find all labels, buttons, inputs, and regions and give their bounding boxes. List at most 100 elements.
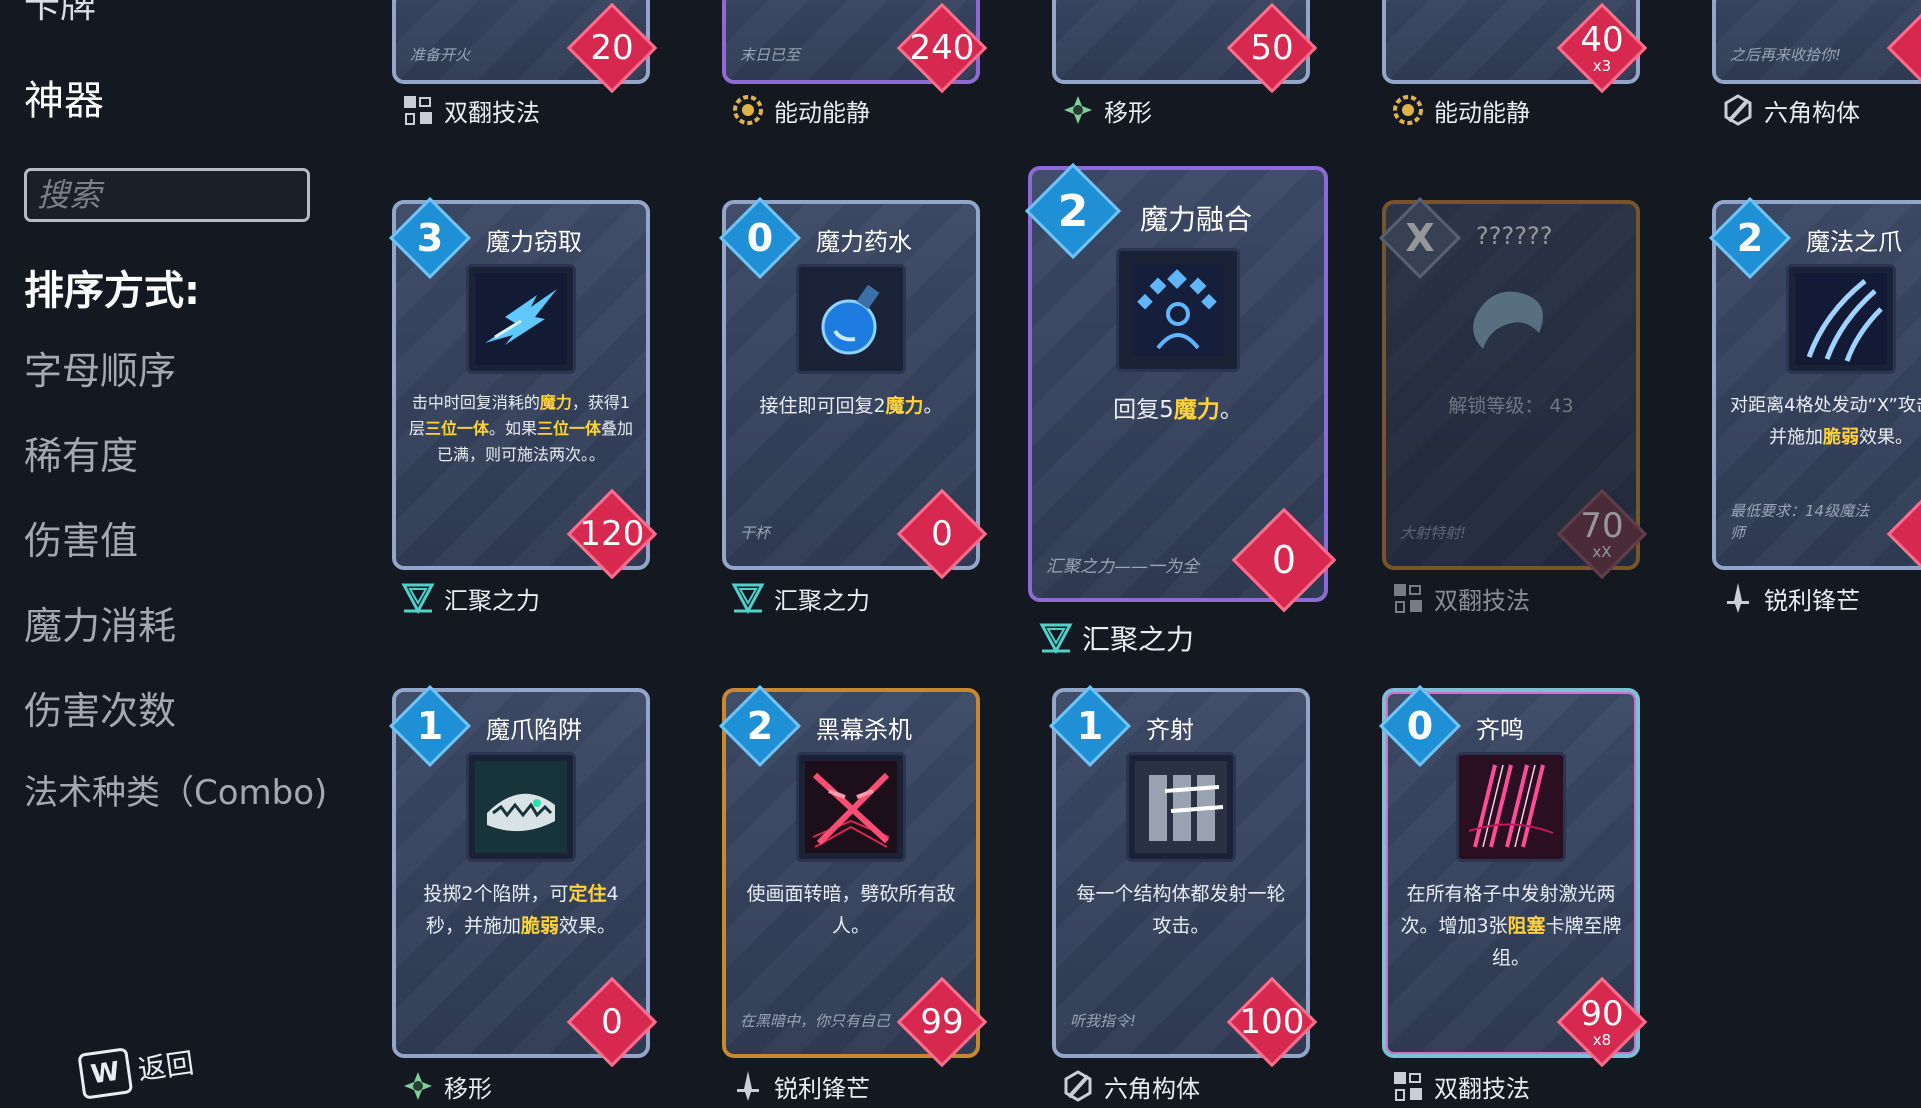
damage-multiplier: x8 — [1592, 1030, 1612, 1049]
card-flavor: 听我指令! — [1070, 1012, 1137, 1030]
combo-label: 汇聚之力 — [774, 586, 870, 615]
combo-label: 能动能静 — [1434, 98, 1530, 127]
card-description: 回复5魔力。 — [1044, 394, 1312, 426]
card-description: 对距离4格处发动“X”攻击，并施加脆弱效果。 — [1728, 390, 1921, 454]
desc-highlight: 魔力 — [539, 393, 572, 412]
card-description: 每一个结构体都发射一轮攻击。 — [1076, 883, 1286, 937]
card-name: 齐鸣 — [1476, 716, 1524, 744]
desc-text: 回复5 — [1113, 397, 1174, 423]
combo-label: 双翻技法 — [1434, 586, 1530, 615]
sort-rarity[interactable]: 稀有度 — [24, 425, 138, 480]
mana-cost-value: 2 — [1736, 216, 1764, 260]
damage-value: 50 — [1250, 28, 1294, 68]
damage-badge: 5 — [1888, 4, 1921, 92]
card-mana-fusion[interactable]: 2 魔力融合 回复5魔力。 汇聚之力——一为全 0 — [1028, 166, 1328, 602]
card-flavor: 大射特射! — [1400, 524, 1467, 542]
desc-text: 效果。 — [1859, 427, 1913, 448]
swirl-icon — [1060, 92, 1096, 128]
damage-value: 0 — [601, 1002, 623, 1042]
card-mana-potion[interactable]: 0 魔力药水 接住即可回复2魔力。 干杯 0 — [722, 200, 980, 570]
desc-text: 接住即可回复2 — [759, 395, 886, 417]
card-locked[interactable]: X ?????? 解锁等级： 43 大射特射! 70 xX — [1382, 200, 1640, 570]
sort-hit-count[interactable]: 伤害次数 — [24, 680, 176, 735]
swirl-icon — [400, 1068, 436, 1104]
mana-cost-value: 2 — [746, 704, 774, 748]
sidebar: 卡牌 神器 排序方式: 字母顺序 稀有度 伤害值 魔力消耗 伤害次数 法术种类（… — [0, 0, 380, 1108]
search-box[interactable] — [24, 168, 310, 222]
damage-badge: 240 — [898, 4, 986, 92]
back-label: 返回 — [135, 1046, 196, 1087]
combo-label: 六角构体 — [1764, 98, 1860, 127]
mana-cost-value: 3 — [416, 216, 444, 260]
card-volley[interactable]: 1 齐射 每一个结构体都发射一轮攻击。 听我指令! 100 — [1052, 688, 1310, 1058]
card-laser-chorus[interactable]: 0 齐鸣 在所有格子中发射激光两次。增加3张阻塞卡牌至牌组。 90 x8 — [1382, 688, 1640, 1058]
card-dark-kill[interactable]: 2 黑幕杀机 使画面转暗，劈砍所有敌人。 在黑暗中，你只有自己 99 — [722, 688, 980, 1058]
card-top-3[interactable]: 50 — [1052, 0, 1310, 84]
combo-tag: 六角构体 — [1720, 92, 1860, 128]
damage-multiplier: xX — [1592, 542, 1612, 561]
damage-value: 100 — [1239, 1002, 1305, 1042]
nav-artifacts[interactable]: 神器 — [24, 68, 104, 126]
card-flavor: 末日已至 — [740, 46, 801, 64]
desc-text: 。 — [923, 395, 943, 417]
damage-value: 240 — [909, 28, 975, 68]
sort-combo[interactable]: 法术种类（Combo) — [24, 765, 327, 814]
mana-cost-badge: 2 — [1714, 202, 1786, 274]
sort-mana-cost[interactable]: 魔力消耗 — [24, 595, 176, 650]
combo-tag: 锐利锋芒 — [730, 1068, 870, 1104]
card-name: 黑幕杀机 — [816, 716, 912, 744]
volley-icon — [1126, 752, 1236, 862]
card-claw-trap[interactable]: 1 魔爪陷阱 投掷2个陷阱，可定住4秒，并施加脆弱效果。 0 — [392, 688, 650, 1058]
double-flip-icon — [1390, 1068, 1426, 1104]
blade-icon — [730, 1068, 766, 1104]
sort-label: 排序方式: — [24, 268, 200, 314]
damage-value: 70 — [1580, 505, 1624, 546]
card-description: 使画面转暗，劈砍所有敌人。 — [746, 883, 956, 937]
mana-fusion-icon — [1116, 248, 1240, 372]
desc-text: 。 — [1219, 397, 1243, 423]
damage-multiplier: x3 — [1592, 56, 1612, 75]
card-top-5[interactable]: 之后再来收拾你! 5 — [1712, 0, 1921, 84]
damage-badge: 20 — [568, 4, 656, 92]
mana-cost-badge: 2 — [1030, 168, 1116, 254]
card-name: 魔力药水 — [816, 228, 912, 256]
combo-tag: 能动能静 — [730, 92, 870, 128]
sort-damage[interactable]: 伤害值 — [24, 510, 138, 565]
combo-tag: 能动能静 — [1390, 92, 1530, 128]
damage-value: 0 — [931, 514, 953, 554]
search-input[interactable] — [27, 171, 307, 219]
card-top-4[interactable]: 40 x3 — [1382, 0, 1640, 84]
card-flavor: 在黑暗中，你只有自己 — [740, 1012, 891, 1030]
mana-cost-badge: 2 — [724, 690, 796, 762]
combo-tag: 锐利锋芒 — [1720, 580, 1860, 616]
card-top-1[interactable]: 准备开火 20 — [392, 0, 650, 84]
combo-label: 锐利锋芒 — [774, 1074, 870, 1103]
mana-cost-badge: 1 — [1054, 690, 1126, 762]
combo-label: 能动能静 — [774, 98, 870, 127]
mana-cost-value: 1 — [416, 704, 444, 748]
desc-highlight: 脆弱 — [520, 915, 559, 937]
gear-sun-icon — [1390, 92, 1426, 128]
converge-icon — [400, 580, 436, 616]
combo-tag: 移形 — [400, 1068, 492, 1104]
mana-cost-badge: 0 — [724, 202, 796, 274]
card-description: 击中时回复消耗的魔力，获得1层三位一体。如果三位一体叠加已满，则可施法两次。。 — [408, 390, 634, 468]
combo-tag: 移形 — [1060, 92, 1152, 128]
desc-highlight: 魔力 — [885, 395, 924, 417]
back-button[interactable]: W 返回 — [77, 1038, 196, 1100]
combo-tag: 六角构体 — [1060, 1068, 1200, 1104]
desc-text: 击中时回复消耗的 — [411, 393, 540, 412]
card-mana-steal[interactable]: 3 魔力窃取 击中时回复消耗的魔力，获得1层三位一体。如果三位一体叠加已满，则可… — [392, 200, 650, 570]
combo-tag: 汇聚之力 — [730, 580, 870, 616]
combo-tag: 汇聚之力 — [400, 580, 540, 616]
wave-icon — [1456, 264, 1566, 374]
desc-text: 效果。 — [559, 915, 617, 937]
damage-value: 99 — [920, 1002, 964, 1042]
damage-value: 40 — [1580, 19, 1624, 60]
card-magic-claw[interactable]: 2 魔法之爪 对距离4格处发动“X”攻击，并施加脆弱效果。 最低要求：14级魔法… — [1712, 200, 1921, 570]
nav-cards[interactable]: 卡牌 — [24, 0, 96, 28]
damage-badge: 90 x8 — [1558, 978, 1646, 1066]
card-top-2[interactable]: 末日已至 240 — [722, 0, 980, 84]
sort-alphabetical[interactable]: 字母顺序 — [24, 340, 176, 395]
card-name: 魔法之爪 — [1806, 228, 1902, 256]
